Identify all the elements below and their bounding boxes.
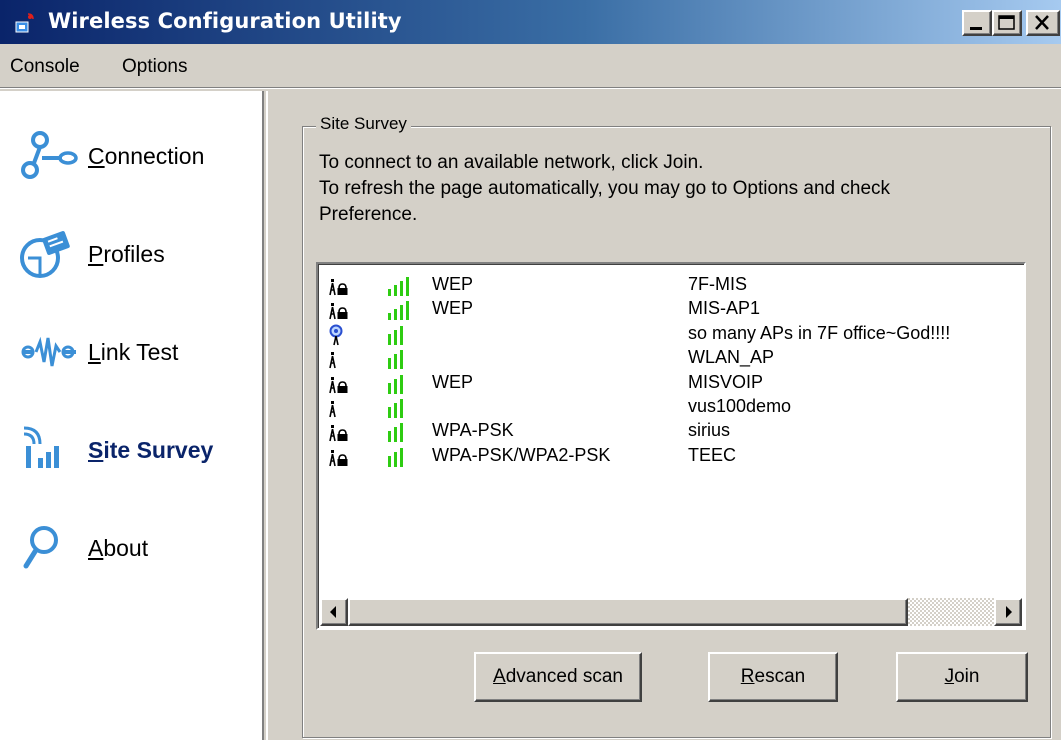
- instruction-line: Preference.: [319, 204, 418, 225]
- site-survey-icon: [23, 426, 59, 468]
- signal-strength-icon: [388, 301, 409, 321]
- secured-ap-icon: [329, 279, 348, 296]
- join-mnemonic: J: [944, 666, 955, 687]
- join-label: oin: [954, 666, 980, 687]
- nav-mnemonic: S: [88, 436, 104, 463]
- close-icon: [1035, 15, 1049, 30]
- title-bar: Wireless Configuration Utility: [0, 0, 1061, 44]
- horizontal-scrollbar[interactable]: [320, 598, 1022, 626]
- network-row[interactable]: so many APs in 7F office~God!!!!: [318, 323, 1022, 347]
- nav-label-about: bout: [103, 534, 149, 561]
- scroll-right-button[interactable]: [994, 598, 1022, 626]
- network-security: WPA-PSK: [432, 420, 514, 441]
- advanced-scan-button[interactable]: Advanced scan: [474, 652, 642, 702]
- sidebar-item-profiles[interactable]: Profiles: [18, 226, 258, 282]
- menu-bar: Console Options: [0, 44, 1061, 88]
- rescan-mnemonic: R: [740, 666, 755, 687]
- signal-strength-icon: [388, 423, 403, 443]
- arrow-right-icon: [1006, 606, 1012, 618]
- group-title: Site Survey: [316, 114, 411, 134]
- connected-ap-icon: [329, 324, 343, 345]
- network-ssid: WLAN_AP: [688, 347, 775, 368]
- nav-mnemonic: C: [88, 142, 105, 169]
- sidebar-divider: [266, 91, 268, 740]
- network-security: WPA-PSK/WPA2-PSK: [432, 444, 611, 465]
- window-title: Wireless Configuration Utility: [48, 9, 402, 33]
- scrollbar-thumb[interactable]: [348, 598, 908, 626]
- maximize-button[interactable]: [992, 10, 1022, 36]
- network-list[interactable]: WEP 7F-MIS WEP MIS-AP1 so many APs in 7F off…: [316, 262, 1026, 630]
- rescan-button[interactable]: Rescan: [708, 652, 838, 702]
- network-row[interactable]: vus100demo: [318, 396, 1022, 420]
- open-ap-icon: [329, 401, 336, 418]
- network-row[interactable]: WPA-PSK/WPA2-PSK TEEC: [318, 445, 1022, 469]
- nav-label-profiles: rofiles: [103, 240, 165, 267]
- sidebar-item-link-test[interactable]: Link Test: [18, 324, 258, 380]
- sidebar-item-about[interactable]: About: [18, 520, 258, 576]
- signal-strength-icon: [388, 399, 403, 418]
- advanced-label: dvanced scan: [505, 666, 623, 687]
- advanced-mnemonic: A: [493, 666, 506, 687]
- network-row[interactable]: WLAN_AP: [318, 347, 1022, 371]
- signal-strength-icon: [388, 374, 403, 394]
- arrow-left-icon: [330, 606, 336, 618]
- sidebar-item-site-survey[interactable]: Site Survey: [18, 422, 258, 478]
- minimize-icon: [970, 27, 982, 30]
- maximize-icon: [998, 15, 1015, 30]
- network-security: WEP: [432, 298, 474, 319]
- network-row[interactable]: WEP 7F-MIS: [318, 274, 1022, 298]
- secured-ap-icon: [329, 449, 348, 466]
- connection-icon: [21, 131, 78, 179]
- signal-strength-icon: [388, 325, 403, 345]
- rescan-label: escan: [754, 666, 806, 687]
- scroll-left-button[interactable]: [320, 598, 348, 626]
- network-ssid: vus100demo: [688, 396, 792, 416]
- nav-label-link-test: ink Test: [100, 338, 179, 365]
- network-row[interactable]: WEP MISVOIP: [318, 372, 1022, 396]
- sidebar: [0, 91, 264, 740]
- menu-console[interactable]: Console: [10, 56, 80, 78]
- instruction-line: To refresh the page automatically, you m…: [319, 178, 891, 199]
- network-row[interactable]: WPA-PSK sirius: [318, 420, 1022, 444]
- secured-ap-icon: [329, 425, 348, 442]
- secured-ap-icon: [329, 303, 348, 320]
- instruction-line: To connect to an available network, clic…: [319, 152, 704, 173]
- network-ssid: MIS-AP1: [688, 298, 761, 319]
- close-button[interactable]: [1026, 10, 1060, 36]
- network-ssid: MISVOIP: [688, 371, 764, 392]
- link-test-icon: [21, 336, 76, 367]
- nav-mnemonic: A: [88, 534, 104, 561]
- menu-options[interactable]: Options: [122, 56, 187, 78]
- about-icon: [23, 526, 58, 569]
- nav-label-site-survey: ite Survey: [103, 436, 214, 463]
- signal-strength-icon: [388, 350, 403, 370]
- nav-mnemonic: L: [88, 338, 101, 365]
- open-ap-icon: [329, 352, 336, 369]
- network-security: WEP: [432, 371, 474, 392]
- minimize-button[interactable]: [962, 10, 992, 36]
- nav-mnemonic: P: [88, 240, 104, 267]
- network-ssid: so many APs in 7F office~God!!!!: [688, 322, 951, 343]
- profiles-icon: [20, 231, 70, 278]
- signal-strength-icon: [388, 447, 403, 467]
- network-ssid: 7F-MIS: [688, 274, 748, 294]
- network-ssid: sirius: [688, 420, 731, 441]
- instructions: To connect to an available network, clic…: [319, 150, 1019, 228]
- nav-label-connection: onnection: [104, 142, 205, 169]
- join-button[interactable]: Join: [896, 652, 1028, 702]
- network-row[interactable]: WEP MIS-AP1: [318, 298, 1022, 322]
- network-security: WEP: [432, 274, 474, 294]
- signal-strength-icon: [388, 277, 409, 296]
- app-icon: [15, 13, 34, 33]
- network-ssid: TEEC: [688, 444, 737, 465]
- sidebar-item-connection[interactable]: Connection: [18, 128, 258, 184]
- secured-ap-icon: [329, 376, 348, 393]
